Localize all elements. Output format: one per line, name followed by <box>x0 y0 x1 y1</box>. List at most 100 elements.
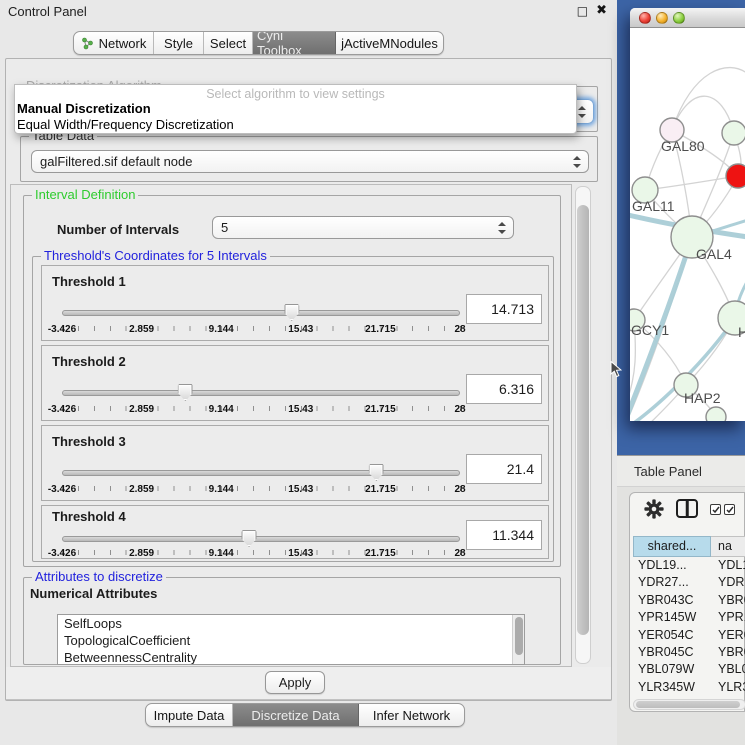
slider-tick-labels: -3.4262.8599.14415.4321.71528 <box>62 548 460 561</box>
float-window-icon[interactable]: □ <box>577 4 588 18</box>
node-gal11 <box>632 177 658 203</box>
tab-network[interactable]: Network <box>74 32 154 54</box>
slider-thumb[interactable] <box>369 464 384 481</box>
slider-track[interactable] <box>62 390 460 396</box>
list-scrollbar[interactable] <box>512 615 524 664</box>
node-gcy1 <box>630 309 645 331</box>
table-row[interactable]: YDL19...YDL1 <box>633 557 745 574</box>
threshold-3-value-field[interactable]: 21.4 <box>466 454 542 484</box>
slider-tick-labels: -3.4262.8599.14415.4321.71528 <box>62 404 460 417</box>
checkbox-icon-1[interactable] <box>710 504 721 515</box>
table-row[interactable]: YPR145WYPR1 <box>633 609 745 626</box>
panel-vertical-scrollbar[interactable] <box>575 186 591 664</box>
tab-infer-network[interactable]: Infer Network <box>359 704 464 726</box>
slider-thumb[interactable] <box>242 530 257 547</box>
combobox-value: 5 <box>221 220 228 235</box>
slider-track[interactable] <box>62 536 460 542</box>
desktop-background: GAL80 GAL11 GAL4 GCY1 H HAP2 <box>617 0 745 455</box>
table-panel-titlebar[interactable]: Table Panel <box>617 455 745 487</box>
zoom-traffic-light-icon[interactable] <box>673 12 685 24</box>
threshold-3-slider[interactable] <box>62 466 460 482</box>
slider-thumb[interactable] <box>178 384 193 401</box>
table-row[interactable]: YER054CYER0 <box>633 627 745 644</box>
threshold-1-slider[interactable] <box>62 306 460 322</box>
numerical-attributes-list: SelfLoops TopologicalCoefficient Between… <box>57 614 525 665</box>
table-row[interactable]: YBL079WYBL0 <box>633 661 745 678</box>
table-row[interactable]: YDR27...YDR2 <box>633 574 745 591</box>
column-header-name[interactable]: na <box>711 536 745 557</box>
split-columns-icon[interactable] <box>676 499 698 518</box>
network-window-titlebar[interactable] <box>630 8 745 28</box>
minimize-traffic-light-icon[interactable] <box>656 12 668 24</box>
slider-tick-labels: -3.4262.8599.14415.4321.71528 <box>62 324 460 337</box>
network-graph <box>630 28 745 421</box>
screenshot-root: Control Panel □ ✖ Network Style <box>0 0 745 745</box>
table-data-group: Table Data galFiltered.sif default node <box>20 136 598 182</box>
node-top-right <box>722 121 745 145</box>
table-row[interactable]: YBR043CYBR0 <box>633 592 745 609</box>
slider-track[interactable] <box>62 310 460 316</box>
table-row[interactable]: YLR345WYLR3 <box>633 679 745 696</box>
checkbox-icon-2[interactable] <box>724 504 735 515</box>
table-row[interactable]: YIL052CYIL0 <box>633 696 745 697</box>
threshold-2-panel: Threshold 2 -3.4262.8599.14415.4321.7152… <box>41 345 549 421</box>
thresholds-group: Threshold's Coordinates for 5 Intervals … <box>32 256 554 562</box>
network-icon <box>81 37 94 50</box>
slider-track[interactable] <box>62 470 460 476</box>
network-view-window: GAL80 GAL11 GAL4 GCY1 H HAP2 <box>630 8 745 421</box>
list-item[interactable]: BetweennessCentrality <box>58 649 524 665</box>
window-title: Control Panel <box>8 4 87 19</box>
group-title: Attributes to discretize <box>32 570 166 584</box>
threshold-label: Threshold 4 <box>52 509 126 524</box>
network-canvas[interactable]: GAL80 GAL11 GAL4 GCY1 H HAP2 <box>630 28 745 421</box>
tab-label: Infer Network <box>373 708 450 723</box>
tab-label: Cyni Toolbox <box>257 31 331 55</box>
numerical-attributes-label: Numerical Attributes <box>30 586 157 601</box>
combobox-value: galFiltered.sif default node <box>40 154 192 169</box>
list-item[interactable]: SelfLoops <box>58 615 524 632</box>
combobox-arrows-icon <box>498 222 505 234</box>
interval-definition-group: Interval Definition Number of Intervals … <box>23 195 561 567</box>
threshold-4-value-field[interactable]: 11.344 <box>466 520 542 550</box>
apply-button[interactable]: Apply <box>265 671 325 694</box>
node-h <box>718 301 745 335</box>
slider-thumb[interactable] <box>284 304 299 321</box>
threshold-1-value-field[interactable]: 14.713 <box>466 294 542 324</box>
combobox-arrows-icon <box>578 106 585 118</box>
attributes-group: Attributes to discretize Numerical Attri… <box>23 577 561 665</box>
tab-discretize-data[interactable]: Discretize Data <box>233 704 359 726</box>
table-row[interactable]: YBR045CYBR0 <box>633 644 745 661</box>
combobox-arrows-icon <box>573 156 580 168</box>
bottom-tabbar: Impute Data Discretize Data Infer Networ… <box>145 703 465 727</box>
table-horizontal-scrollbar[interactable] <box>633 699 745 710</box>
node-hap2 <box>674 373 698 397</box>
gear-icon[interactable] <box>644 499 664 524</box>
threshold-2-value-field[interactable]: 6.316 <box>466 374 542 404</box>
close-window-icon[interactable]: ✖ <box>596 3 607 18</box>
control-panel-titlebar[interactable]: Control Panel □ ✖ <box>0 0 617 24</box>
tab-cyni-toolbox[interactable]: Cyni Toolbox <box>253 32 336 54</box>
top-tabbar: Network Style Select Cyni Toolbox jActiv… <box>73 31 444 55</box>
list-item[interactable]: TopologicalCoefficient <box>58 632 524 649</box>
tab-impute-data[interactable]: Impute Data <box>146 704 233 726</box>
close-traffic-light-icon[interactable] <box>639 12 651 24</box>
tab-label: Network <box>99 36 147 51</box>
tab-label: Select <box>210 36 246 51</box>
dropdown-option-manual[interactable]: Manual Discretization <box>15 101 576 117</box>
table-data-combobox[interactable]: galFiltered.sif default node <box>31 150 589 173</box>
tab-style[interactable]: Style <box>154 32 204 54</box>
group-title: Threshold's Coordinates for 5 Intervals <box>41 249 270 263</box>
tab-select[interactable]: Select <box>204 32 253 54</box>
column-header-shared-name[interactable]: shared... <box>633 536 711 557</box>
control-panel-window: Control Panel □ ✖ Network Style <box>0 0 617 745</box>
threshold-2-slider[interactable] <box>62 386 460 402</box>
threshold-label: Threshold 3 <box>52 434 126 449</box>
threshold-label: Threshold 1 <box>52 274 126 289</box>
node-red-selected <box>726 164 745 188</box>
dropdown-hint: Select algorithm to view settings <box>15 85 576 101</box>
number-of-intervals-combobox[interactable]: 5 <box>212 216 514 239</box>
tab-jactivemnodules[interactable]: jActiveMNodules <box>336 32 443 54</box>
dropdown-option-equal-width[interactable]: Equal Width/Frequency Discretization <box>15 117 576 133</box>
threshold-3-panel: Threshold 3 -3.4262.8599.14415.4321.7152… <box>41 425 549 501</box>
threshold-4-slider[interactable] <box>62 532 460 548</box>
